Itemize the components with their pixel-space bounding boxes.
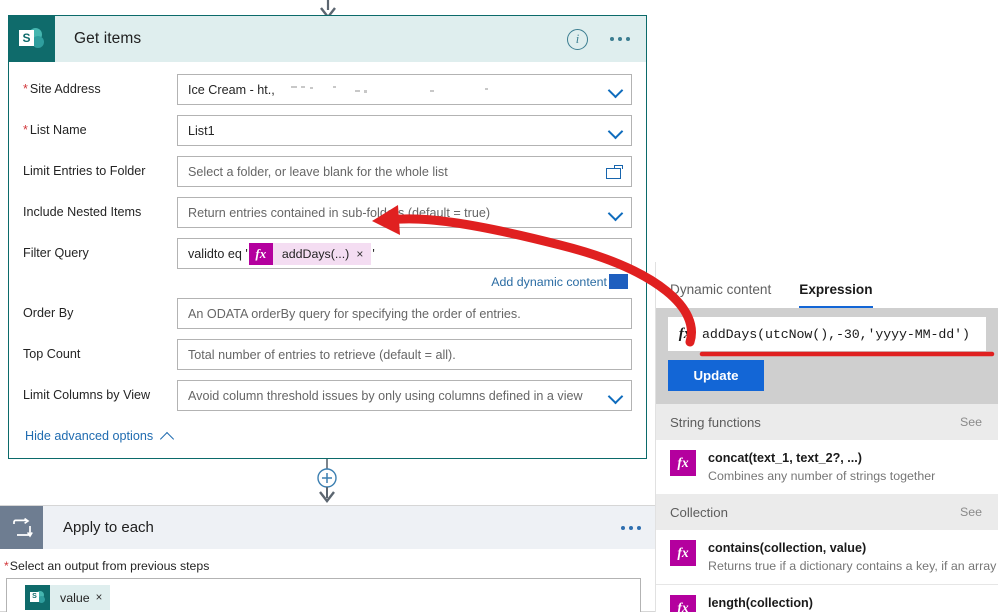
field-label-limit-entries-to-folder: Limit Entries to Folder bbox=[23, 164, 146, 178]
function-signature: contains(collection, value) bbox=[708, 541, 867, 555]
limit-entries-to-folder-placeholder: Select a folder, or leave blank for the … bbox=[188, 164, 448, 179]
limit-entries-to-folder-input[interactable]: Select a folder, or leave blank for the … bbox=[177, 156, 632, 187]
card-header[interactable]: S Get items i bbox=[9, 16, 646, 62]
see-more-link[interactable]: See bbox=[960, 415, 982, 429]
group-name: String functions bbox=[670, 414, 761, 430]
add-dynamic-content-link[interactable]: Add dynamic content bbox=[491, 275, 607, 289]
site-address-value: Ice Cream - ht., bbox=[188, 82, 275, 97]
chevron-down-icon[interactable] bbox=[608, 205, 623, 220]
ellipsis-icon[interactable] bbox=[608, 31, 632, 47]
dynamic-content-panel: Dynamic content Expression fx addDays(ut… bbox=[655, 262, 998, 612]
field-label-order-by: Order By bbox=[23, 306, 74, 320]
fx-icon: fx bbox=[670, 595, 696, 612]
apply-to-each-header[interactable]: Apply to each bbox=[0, 506, 655, 549]
token-label: addDays(...) bbox=[281, 246, 350, 261]
limit-columns-by-view-placeholder: Avoid column threshold issues by only us… bbox=[188, 388, 583, 403]
tab-dynamic-content[interactable]: Dynamic content bbox=[670, 282, 771, 308]
order-by-placeholder: An ODATA orderBy query for specifying th… bbox=[188, 306, 521, 321]
fx-icon: fx bbox=[678, 325, 692, 342]
list-name-input[interactable]: List1 bbox=[177, 115, 632, 146]
expression-token-adddays[interactable]: fx addDays(...) × bbox=[248, 242, 372, 265]
sharepoint-icon: S bbox=[25, 585, 50, 610]
function-description: Combines any number of strings together bbox=[708, 469, 936, 483]
see-more-link[interactable]: See bbox=[960, 505, 982, 519]
filter-query-prefix: validto eq ' bbox=[188, 246, 248, 261]
order-by-input[interactable]: An ODATA orderBy query for specifying th… bbox=[177, 298, 632, 329]
field-row-order-by: Order By An ODATA orderBy query for spec… bbox=[23, 298, 632, 329]
function-group-header-collection: Collection See bbox=[656, 494, 998, 530]
field-row-site-address: * Site Address Ice Cream - ht., bbox=[23, 74, 632, 105]
tab-expression[interactable]: Expression bbox=[799, 282, 873, 308]
action-card-apply-to-each[interactable]: Apply to each *Select an output from pre… bbox=[0, 505, 655, 612]
field-row-include-nested-items: Include Nested Items Return entries cont… bbox=[23, 197, 632, 228]
expression-value: addDays(utcNow(),-30,'yyyy-MM-dd') bbox=[702, 326, 970, 342]
list-name-value: List1 bbox=[188, 123, 215, 138]
top-count-placeholder: Total number of entries to retrieve (def… bbox=[188, 347, 456, 362]
field-label-top-count: Top Count bbox=[23, 347, 81, 361]
flow-canvas: S Get items i * Site Address Ice Cream - … bbox=[0, 0, 655, 612]
field-row-top-count: Top Count Total number of entries to ret… bbox=[23, 339, 632, 370]
flow-connector-add-step[interactable] bbox=[0, 459, 655, 505]
site-address-input[interactable]: Ice Cream - ht., bbox=[177, 74, 632, 105]
sharepoint-icon: S bbox=[9, 16, 55, 62]
field-row-limit-columns-by-view: Limit Columns by View Avoid column thres… bbox=[23, 380, 632, 411]
chevron-down-icon[interactable] bbox=[608, 82, 623, 97]
function-list-item[interactable]: fx contains(collection, value) Returns t… bbox=[656, 530, 998, 584]
apply-to-each-title: Apply to each bbox=[63, 519, 154, 536]
card-title: Get items bbox=[74, 30, 142, 47]
chevron-down-icon[interactable] bbox=[608, 388, 623, 403]
chevron-down-icon[interactable] bbox=[608, 123, 623, 138]
function-list-item[interactable]: fx length(collection) bbox=[656, 584, 998, 612]
expression-editor-area: fx addDays(utcNow(),-30,'yyyy-MM-dd') Up… bbox=[656, 308, 998, 404]
include-nested-items-input[interactable]: Return entries contained in sub-folders … bbox=[177, 197, 632, 228]
power-automate-designer: S Get items i * Site Address Ice Cream - … bbox=[0, 0, 998, 612]
field-label-filter-query: Filter Query bbox=[23, 246, 89, 260]
redacted-url-text bbox=[285, 84, 585, 96]
hide-advanced-options-toggle[interactable]: Hide advanced options bbox=[25, 429, 632, 443]
apply-to-each-body: *Select an output from previous steps S … bbox=[0, 549, 655, 612]
function-description: Returns true if a dictionary contains a … bbox=[708, 559, 997, 573]
field-row-filter-query: Filter Query validto eq ' fx addDays(...… bbox=[23, 238, 632, 269]
field-label-limit-columns-by-view: Limit Columns by View bbox=[23, 388, 151, 402]
filter-query-suffix: ' bbox=[372, 246, 375, 261]
update-button[interactable]: Update bbox=[668, 360, 764, 391]
field-row-limit-entries-to-folder: Limit Entries to Folder Select a folder,… bbox=[23, 156, 632, 187]
token-label: value bbox=[60, 590, 90, 605]
action-card-get-items[interactable]: S Get items i * Site Address Ice Cream - … bbox=[8, 15, 647, 459]
close-icon[interactable]: × bbox=[96, 592, 111, 604]
limit-columns-by-view-input[interactable]: Avoid column threshold issues by only us… bbox=[177, 380, 632, 411]
panel-tabs: Dynamic content Expression bbox=[656, 262, 998, 308]
top-count-input[interactable]: Total number of entries to retrieve (def… bbox=[177, 339, 632, 370]
add-dynamic-content-row: Add dynamic content bbox=[23, 274, 628, 289]
function-list-item[interactable]: fx concat(text_1, text_2?, ...) Combines… bbox=[656, 440, 998, 494]
include-nested-items-placeholder: Return entries contained in sub-folders … bbox=[188, 205, 491, 220]
dynamic-token-value[interactable]: S value × bbox=[25, 585, 111, 610]
group-name: Collection bbox=[670, 504, 728, 520]
fx-icon: fx bbox=[248, 242, 273, 265]
expression-input[interactable]: fx addDays(utcNow(),-30,'yyyy-MM-dd') bbox=[668, 317, 986, 351]
fx-icon: fx bbox=[670, 450, 696, 476]
loop-icon bbox=[0, 506, 43, 549]
select-output-input[interactable]: S value × bbox=[6, 578, 641, 612]
select-output-label: *Select an output from previous steps bbox=[4, 559, 210, 573]
chevron-up-icon bbox=[161, 430, 174, 443]
ellipsis-icon[interactable] bbox=[621, 506, 641, 549]
card-body: * Site Address Ice Cream - ht., * List N… bbox=[9, 62, 646, 458]
field-label-include-nested-items: Include Nested Items bbox=[23, 205, 142, 219]
filter-query-input[interactable]: validto eq ' fx addDays(...) × ' bbox=[177, 238, 632, 269]
field-row-list-name: * List Name List1 bbox=[23, 115, 632, 146]
dynamic-content-badge-icon[interactable] bbox=[609, 274, 628, 289]
info-icon[interactable]: i bbox=[567, 28, 588, 50]
field-label-list-name: * List Name bbox=[23, 123, 87, 137]
function-signature: length(collection) bbox=[708, 596, 813, 610]
fx-icon: fx bbox=[670, 540, 696, 566]
function-group-header-string-functions: String functions See bbox=[656, 404, 998, 440]
field-label-site-address: * Site Address bbox=[23, 82, 101, 96]
hide-advanced-options-label: Hide advanced options bbox=[25, 429, 154, 443]
folder-icon[interactable] bbox=[606, 164, 623, 179]
close-icon[interactable]: × bbox=[356, 247, 371, 261]
function-signature: concat(text_1, text_2?, ...) bbox=[708, 451, 862, 465]
